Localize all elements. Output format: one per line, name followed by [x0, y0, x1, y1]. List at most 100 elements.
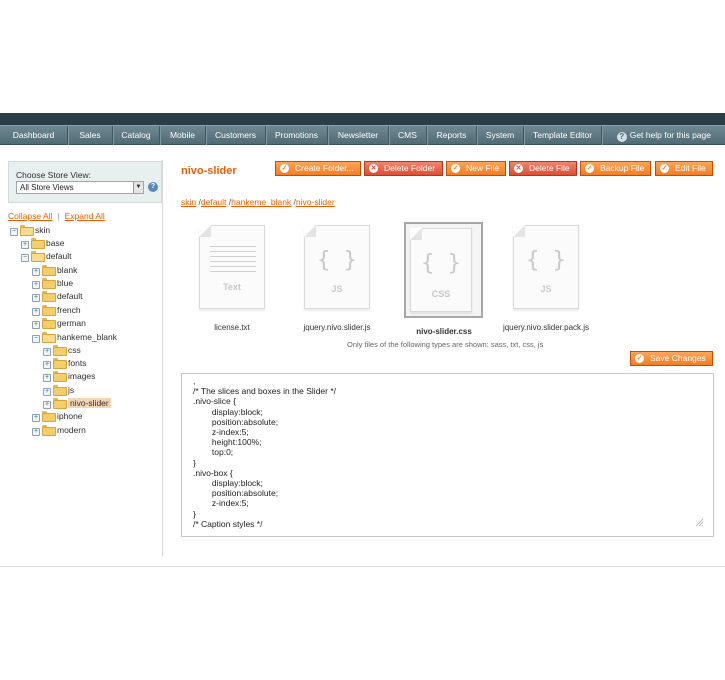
folder-icon [42, 318, 56, 329]
tree-node-french[interactable]: + french [32, 304, 81, 316]
tree-node-blue[interactable]: + blue [32, 277, 73, 289]
expand-icon[interactable]: + [32, 268, 40, 276]
check-icon: ✓ [635, 354, 644, 363]
delete-icon: ✕ [514, 164, 523, 173]
expand-icon[interactable]: + [32, 414, 40, 422]
folder-open-icon [42, 332, 56, 343]
resize-grip-icon[interactable] [695, 518, 703, 526]
tree-node-iphone[interactable]: + iphone [32, 410, 83, 422]
tree-node-skin[interactable]: − skin [10, 224, 50, 236]
delete-folder-button[interactable]: ✕ Delete Folder [364, 161, 443, 176]
file-tile-license-txt[interactable]: Text license.txt [190, 222, 274, 334]
nav-item-catalog[interactable]: Catalog [113, 126, 160, 145]
expand-icon[interactable]: + [43, 361, 51, 369]
create-folder-button[interactable]: ✓ Create Folder... [275, 161, 361, 176]
expand-icon[interactable]: + [43, 348, 51, 356]
nav-item-mobile[interactable]: Mobile [160, 126, 206, 145]
tree-node-nivo-slider[interactable]: + nivo-slider [43, 397, 111, 409]
tree-node-css[interactable]: + css [43, 344, 81, 356]
nav-item-template-editor[interactable]: Template Editor [524, 126, 602, 145]
collapse-icon[interactable]: − [10, 228, 18, 236]
sidebar-divider [162, 160, 163, 556]
expand-icon[interactable]: + [32, 428, 40, 436]
collapse-icon[interactable]: − [32, 335, 40, 343]
tree-node-default[interactable]: − default [21, 250, 72, 262]
store-switcher: Choose Store View: All Store Views ▼ ? [8, 161, 162, 203]
folder-icon [31, 238, 45, 249]
page-title: nivo-slider [181, 165, 237, 177]
folder-icon [53, 385, 67, 396]
folder-icon [53, 345, 67, 356]
page-divider [0, 566, 725, 567]
tree-node-blank[interactable]: + blank [32, 264, 77, 276]
help-icon[interactable]: ? [148, 182, 158, 192]
tree-node-hankeme-blank[interactable]: − hankeme_blank [32, 331, 117, 343]
nav-item-system[interactable]: System [477, 126, 524, 145]
nav-item-newsletter[interactable]: Newsletter [328, 126, 389, 145]
nav-item-dashboard[interactable]: Dashboard [0, 126, 68, 145]
folder-icon [53, 358, 67, 369]
store-switcher-label: Choose Store View: [16, 170, 91, 180]
js-file-icon: { } JS [304, 225, 370, 309]
file-type-label: JS [540, 284, 552, 294]
store-view-value: All Store Views [20, 183, 74, 192]
nav-item-customers[interactable]: Customers [206, 126, 266, 145]
file-name: jquery.nivo.slider.pack.js [502, 323, 590, 332]
nav-item-promotions[interactable]: Promotions [266, 126, 328, 145]
expand-icon[interactable]: + [43, 388, 51, 396]
collapse-all-link[interactable]: Collapse All [8, 211, 52, 221]
help-link[interactable]: ? Get help for this page [616, 126, 711, 145]
check-icon: ✓ [660, 164, 669, 173]
expand-icon[interactable]: + [32, 294, 40, 302]
folder-icon [53, 371, 67, 382]
expand-all-link[interactable]: Expand All [65, 211, 105, 221]
store-view-select[interactable]: All Store Views ▼ [16, 181, 144, 194]
chevron-down-icon: ▼ [133, 182, 143, 193]
breadcrumb-item[interactable]: skin [181, 197, 196, 207]
nav-item-sales[interactable]: Sales [68, 126, 113, 145]
breadcrumb: skin /default /hankeme_blank /nivo-slide… [181, 197, 335, 207]
file-tile-nivo-slider-css[interactable]: { } CSS nivo-slider.css [400, 222, 488, 338]
file-tile-jquery-nivo-slider-js[interactable]: { } JS jquery.nivo.slider.js [292, 222, 382, 334]
breadcrumb-item[interactable]: nivo-slider [296, 197, 335, 207]
code-editor[interactable]: , /* The slices and boxes in the Slider … [181, 373, 714, 537]
nav-item-reports[interactable]: Reports [427, 126, 477, 145]
folder-icon [42, 425, 56, 436]
file-type-label: CSS [431, 289, 451, 299]
folder-icon [53, 398, 67, 409]
delete-file-button[interactable]: ✕ Delete File [509, 161, 577, 176]
tree-node-modern[interactable]: + modern [32, 424, 86, 436]
file-type-label: JS [331, 284, 343, 294]
folder-open-icon [31, 251, 45, 262]
app-window: Dashboard Sales Catalog Mobile Customers… [0, 0, 725, 680]
tree-node-fonts[interactable]: + fonts [43, 357, 86, 369]
expand-icon[interactable]: + [43, 401, 51, 409]
code-editor-content[interactable]: , /* The slices and boxes in the Slider … [193, 376, 693, 529]
css-file-icon: { } CSS [410, 228, 472, 312]
folder-icon [42, 265, 56, 276]
folder-icon [42, 278, 56, 289]
link-separator: | [57, 211, 60, 221]
breadcrumb-item[interactable]: default [201, 197, 227, 207]
file-tile-jquery-nivo-slider-pack-js[interactable]: { } JS jquery.nivo.slider.pack.js [500, 222, 592, 334]
edit-file-button[interactable]: ✓ Edit File [655, 161, 713, 176]
expand-icon[interactable]: + [32, 281, 40, 289]
save-changes-button[interactable]: ✓ Save Changes [630, 351, 713, 366]
collapse-icon[interactable]: − [21, 254, 29, 262]
expand-icon[interactable]: + [43, 374, 51, 382]
folder-icon [42, 411, 56, 422]
expand-icon[interactable]: + [32, 321, 40, 329]
nav-item-cms[interactable]: CMS [389, 126, 427, 145]
new-file-button[interactable]: ✓ New File [446, 161, 506, 176]
expand-icon[interactable]: + [21, 241, 29, 249]
tree-node-german[interactable]: + german [32, 317, 86, 329]
tree-node-js[interactable]: + js [43, 384, 74, 396]
folder-open-icon [20, 225, 34, 236]
breadcrumb-item[interactable]: hankeme_blank [231, 197, 291, 207]
tree-node-base[interactable]: + base [21, 237, 64, 249]
tree-node-default-theme[interactable]: + default [32, 290, 83, 302]
tree-node-images[interactable]: + images [43, 370, 95, 382]
backup-file-button[interactable]: ✓ Backup File [580, 161, 651, 176]
expand-icon[interactable]: + [32, 308, 40, 316]
help-label: Get help for this page [629, 130, 711, 140]
